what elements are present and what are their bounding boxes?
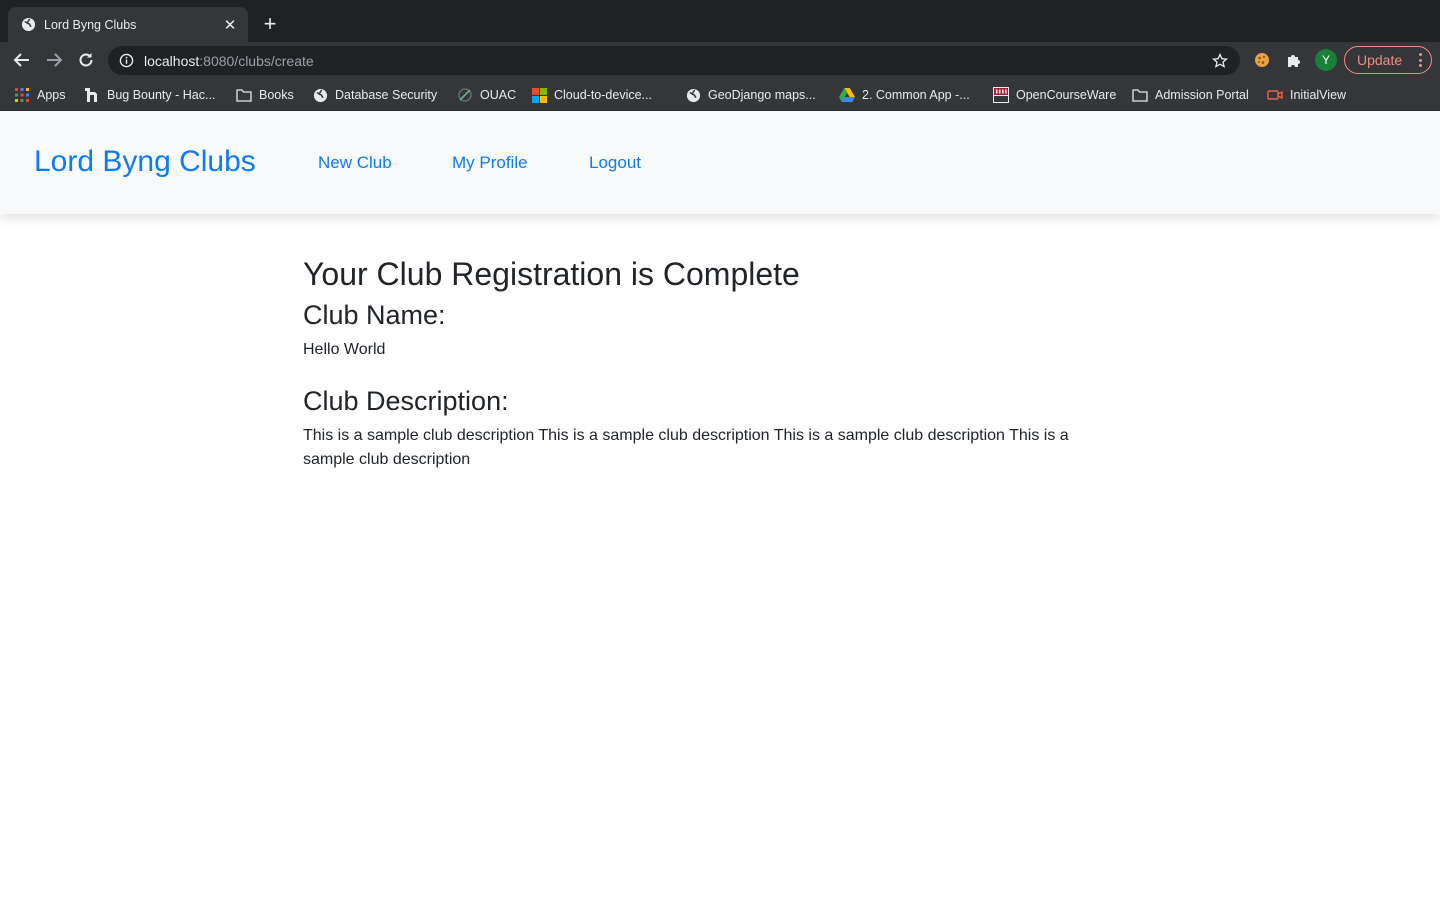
info-icon[interactable] bbox=[118, 53, 134, 69]
new-tab-icon[interactable]: + bbox=[258, 13, 282, 37]
url-host: localhost bbox=[144, 52, 200, 69]
update-label: Update bbox=[1357, 52, 1403, 68]
mit-ocw-icon bbox=[993, 87, 1009, 103]
browser-tab[interactable]: Lord Byng Clubs ✕ bbox=[8, 7, 248, 42]
bookmark-label: Database Security bbox=[335, 88, 438, 102]
apps-grid-icon bbox=[14, 87, 30, 103]
globe-icon bbox=[685, 87, 701, 103]
globe-icon bbox=[312, 87, 328, 103]
hackerone-icon bbox=[84, 87, 100, 103]
bookmark-initialview[interactable]: InitialView bbox=[1267, 86, 1346, 104]
url-text: localhost:8080/clubs/create bbox=[144, 53, 1210, 69]
forward-icon[interactable] bbox=[40, 46, 68, 74]
bookmark-apps[interactable]: Apps bbox=[14, 86, 66, 104]
initialview-icon bbox=[1267, 87, 1283, 103]
site-navbar: Lord Byng Clubs New Club My Profile Logo… bbox=[0, 111, 1440, 214]
bookmark-label: InitialView bbox=[1290, 88, 1347, 102]
folder-icon bbox=[1132, 87, 1148, 103]
bookmark-label: Cloud-to-device... bbox=[554, 88, 652, 102]
browser-toolbar: localhost:8080/clubs/create Y Update bbox=[0, 42, 1440, 78]
microsoft-icon bbox=[531, 87, 547, 103]
club-description-heading: Club Description: bbox=[303, 386, 509, 416]
bookmark-label: OUAC bbox=[480, 88, 517, 102]
back-icon[interactable] bbox=[8, 46, 36, 74]
nav-link-my-profile[interactable]: My Profile bbox=[452, 153, 528, 173]
registration-confirmation: Your Club Registration is Complete Club … bbox=[303, 254, 1103, 472]
extensions-puzzle-icon[interactable] bbox=[1284, 50, 1304, 70]
close-icon[interactable]: ✕ bbox=[220, 15, 240, 35]
bookmark-database-security[interactable]: Database Security bbox=[312, 86, 437, 104]
nav-link-new-club[interactable]: New Club bbox=[318, 153, 392, 173]
bookmark-books[interactable]: Books bbox=[236, 86, 294, 104]
profile-avatar[interactable]: Y bbox=[1315, 49, 1337, 71]
reload-icon[interactable] bbox=[72, 46, 100, 74]
bookmark-cloud-to-device[interactable]: Cloud-to-device... bbox=[531, 86, 652, 104]
bookmark-bug-bounty[interactable]: Bug Bounty - Hac... bbox=[84, 86, 215, 104]
page-title: Your Club Registration is Complete bbox=[303, 256, 800, 292]
update-button[interactable]: Update bbox=[1344, 46, 1432, 74]
more-menu-icon[interactable] bbox=[1418, 53, 1422, 67]
ouac-icon bbox=[457, 87, 473, 103]
google-drive-icon bbox=[839, 87, 855, 103]
browser-tabstrip: Lord Byng Clubs ✕ + bbox=[0, 0, 1440, 42]
bookmark-label: 2. Common App -... bbox=[862, 88, 970, 102]
nav-link-logout[interactable]: Logout bbox=[589, 153, 641, 173]
tab-title: Lord Byng Clubs bbox=[44, 17, 137, 32]
url-path: :8080/clubs/create bbox=[199, 52, 314, 69]
bookmark-star-icon[interactable] bbox=[1210, 51, 1230, 71]
bookmark-ouac[interactable]: OUAC bbox=[457, 86, 516, 104]
bookmark-label: Admission Portal bbox=[1155, 88, 1249, 102]
bookmark-label: Bug Bounty - Hac... bbox=[107, 88, 216, 102]
cookie-extension-icon[interactable] bbox=[1252, 50, 1272, 70]
brand-link[interactable]: Lord Byng Clubs bbox=[34, 145, 256, 179]
club-name-value: Hello World bbox=[303, 341, 386, 358]
bookmark-label: OpenCourseWare bbox=[1016, 88, 1117, 102]
bookmark-common-app[interactable]: 2. Common App -... bbox=[839, 86, 970, 104]
club-description-value: This is a sample club description This i… bbox=[303, 427, 1069, 468]
bookmark-opencourseware[interactable]: OpenCourseWare bbox=[993, 86, 1116, 104]
bookmark-geodjango[interactable]: GeoDjango maps... bbox=[685, 86, 816, 104]
bookmark-label: Apps bbox=[37, 88, 66, 102]
bookmarks-bar: Apps Bug Bounty - Hac... Books Database … bbox=[0, 78, 1440, 111]
bookmark-label: GeoDjango maps... bbox=[708, 88, 816, 102]
address-bar[interactable]: localhost:8080/clubs/create bbox=[108, 46, 1240, 75]
bookmark-label: Books bbox=[259, 88, 294, 102]
folder-icon bbox=[236, 87, 252, 103]
globe-icon bbox=[20, 17, 36, 33]
bookmark-admission-portal[interactable]: Admission Portal bbox=[1132, 86, 1249, 104]
club-name-heading: Club Name: bbox=[303, 300, 446, 330]
